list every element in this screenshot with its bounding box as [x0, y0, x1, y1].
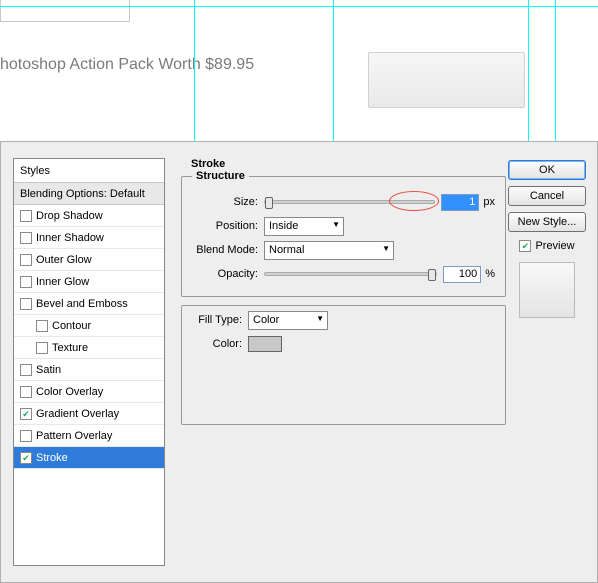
guide-horizontal — [0, 6, 598, 7]
style-item-bevel-and-emboss[interactable]: Bevel and Emboss — [14, 293, 164, 315]
style-item-outer-glow[interactable]: Outer Glow — [14, 249, 164, 271]
style-item-label: Contour — [52, 315, 91, 337]
background-text: hotoshop Action Pack Worth $89.95 — [0, 56, 254, 74]
structure-title: Structure — [192, 170, 249, 182]
dialog-buttons: OK Cancel New Style... Preview — [507, 160, 587, 318]
style-item-label: Texture — [52, 337, 88, 359]
style-item-label: Bevel and Emboss — [36, 293, 128, 315]
size-unit: px — [483, 196, 495, 208]
style-item-label: Satin — [36, 359, 61, 381]
opacity-unit: % — [485, 268, 495, 280]
size-slider[interactable] — [264, 200, 435, 204]
style-item-stroke[interactable]: Stroke — [14, 447, 164, 469]
size-label: Size: — [192, 196, 264, 208]
checkbox[interactable] — [20, 276, 32, 288]
style-item-gradient-overlay[interactable]: Gradient Overlay — [14, 403, 164, 425]
blending-options-header[interactable]: Blending Options: Default — [14, 183, 164, 205]
style-item-label: Drop Shadow — [36, 205, 103, 227]
style-item-label: Outer Glow — [36, 249, 92, 271]
background-button-box — [368, 52, 525, 108]
ok-button[interactable]: OK — [508, 160, 586, 180]
checkbox[interactable] — [20, 210, 32, 222]
size-input[interactable] — [441, 194, 479, 211]
style-item-label: Stroke — [36, 447, 68, 469]
checkbox[interactable] — [36, 342, 48, 354]
opacity-slider[interactable] — [264, 272, 437, 276]
style-item-texture[interactable]: Texture — [14, 337, 164, 359]
fill-type-label: Fill Type: — [192, 314, 248, 326]
structure-group: Structure Size: px Position: Inside Blen… — [181, 170, 506, 297]
color-label: Color: — [192, 338, 248, 350]
opacity-label: Opacity: — [192, 268, 264, 280]
cancel-button[interactable]: Cancel — [508, 186, 586, 206]
style-item-color-overlay[interactable]: Color Overlay — [14, 381, 164, 403]
blend-mode-label: Blend Mode: — [192, 244, 264, 256]
checkbox[interactable] — [20, 364, 32, 376]
fill-type-select[interactable]: Color — [248, 311, 328, 330]
style-item-label: Pattern Overlay — [36, 425, 112, 447]
checkbox[interactable] — [20, 452, 32, 464]
checkbox[interactable] — [20, 232, 32, 244]
opacity-input[interactable] — [443, 266, 481, 283]
style-item-inner-glow[interactable]: Inner Glow — [14, 271, 164, 293]
new-style-button[interactable]: New Style... — [508, 212, 586, 232]
style-item-contour[interactable]: Contour — [14, 315, 164, 337]
style-item-inner-shadow[interactable]: Inner Shadow — [14, 227, 164, 249]
checkbox[interactable] — [20, 386, 32, 398]
style-item-label: Color Overlay — [36, 381, 103, 403]
styles-header[interactable]: Styles — [14, 159, 164, 183]
preview-toggle[interactable]: Preview — [519, 240, 574, 252]
preview-checkbox[interactable] — [519, 240, 531, 252]
style-item-drop-shadow[interactable]: Drop Shadow — [14, 205, 164, 227]
stroke-settings: Stroke Structure Size: px Position: Insi… — [181, 158, 506, 566]
window-frame-top — [0, 0, 130, 22]
layer-style-dialog: Styles Blending Options: Default Drop Sh… — [0, 141, 598, 583]
blend-mode-select[interactable]: Normal — [264, 241, 394, 260]
checkbox[interactable] — [36, 320, 48, 332]
checkbox[interactable] — [20, 430, 32, 442]
style-item-label: Inner Glow — [36, 271, 89, 293]
styles-panel: Styles Blending Options: Default Drop Sh… — [13, 158, 165, 566]
preview-label: Preview — [535, 240, 574, 252]
checkbox[interactable] — [20, 408, 32, 420]
stroke-title: Stroke — [187, 158, 229, 170]
preview-swatch — [519, 262, 575, 318]
position-select[interactable]: Inside — [264, 217, 344, 236]
style-item-satin[interactable]: Satin — [14, 359, 164, 381]
position-label: Position: — [192, 220, 264, 232]
color-swatch[interactable] — [248, 336, 282, 352]
style-item-label: Gradient Overlay — [36, 403, 119, 425]
fill-group: Fill Type: Color Color: — [181, 305, 506, 425]
style-item-label: Inner Shadow — [36, 227, 104, 249]
checkbox[interactable] — [20, 254, 32, 266]
style-item-pattern-overlay[interactable]: Pattern Overlay — [14, 425, 164, 447]
checkbox[interactable] — [20, 298, 32, 310]
